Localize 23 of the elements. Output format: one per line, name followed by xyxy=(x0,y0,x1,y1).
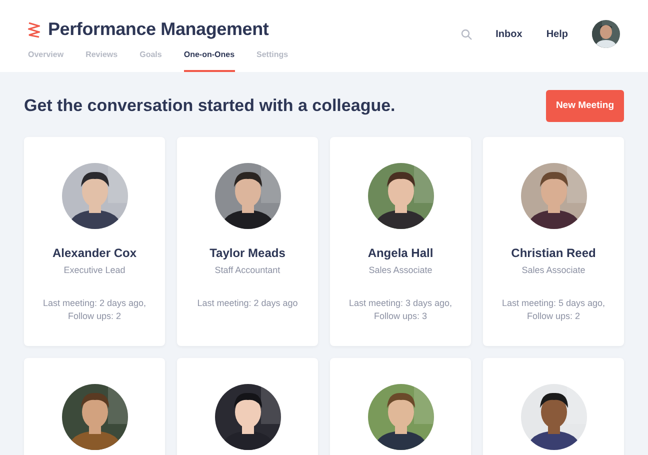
person-name: Taylor Meads xyxy=(210,245,286,262)
page-heading: Get the conversation started with a colleague. xyxy=(24,96,396,116)
tab[interactable]: One-on-Ones xyxy=(184,49,235,72)
header-link[interactable]: Inbox xyxy=(496,26,522,42)
meeting-info: Last meeting: 2 days ago, Follow ups: 2 xyxy=(42,296,148,324)
person-role: Staff Accountant xyxy=(214,264,280,278)
person-role: Sales Associate xyxy=(522,264,586,278)
meeting-info: Last meeting: 5 days ago, Follow ups: 2 xyxy=(500,296,606,324)
meeting-info: Last meeting: 2 days ago xyxy=(196,296,299,310)
logo-icon xyxy=(28,22,40,38)
header-link[interactable]: Help xyxy=(546,26,568,42)
person-name: Christian Reed xyxy=(511,245,596,262)
tab[interactable]: Reviews xyxy=(86,49,118,72)
person-role: Executive Lead xyxy=(64,264,126,278)
person-name: Angela Hall xyxy=(368,245,434,262)
tab[interactable]: Overview xyxy=(28,49,64,72)
new-meeting-button[interactable]: New Meeting xyxy=(546,90,624,122)
tab[interactable]: Goals xyxy=(140,49,162,72)
person-role: Sales Associate xyxy=(368,264,432,278)
meeting-info: Last meeting: 3 days ago, Follow ups: 3 xyxy=(348,296,454,324)
app-title: Performance Management xyxy=(48,18,269,41)
person-name: Alexander Cox xyxy=(52,245,137,262)
tab[interactable]: Settings xyxy=(256,49,288,72)
